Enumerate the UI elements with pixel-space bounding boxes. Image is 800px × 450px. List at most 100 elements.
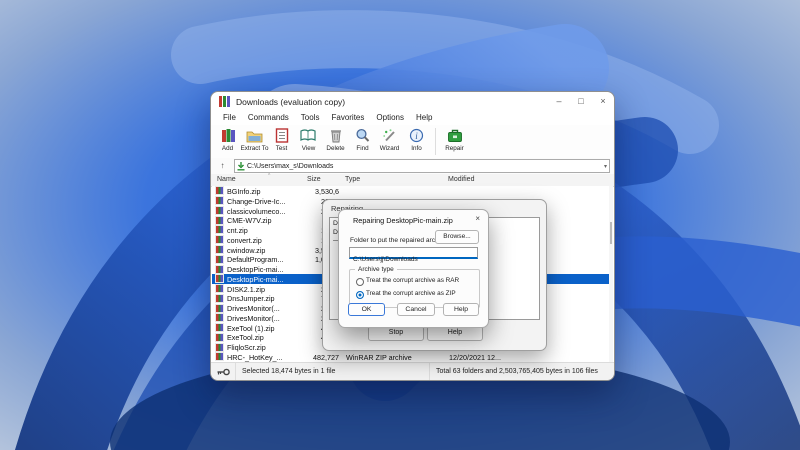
winrar-app-icon	[219, 96, 230, 107]
repair-toolbox-icon	[445, 127, 465, 144]
file-row[interactable]: HRC-_HotKey_... 482,727 WinRAR ZIP archive…	[212, 352, 609, 362]
file-size: 3,530,6	[315, 187, 339, 196]
menu-bar: File Commands Tools Favorites Options He…	[211, 111, 614, 126]
open-book-icon	[299, 127, 319, 144]
test-button[interactable]: Test	[268, 127, 295, 152]
zip-file-icon	[216, 217, 223, 224]
menu-file[interactable]: File	[217, 111, 242, 125]
file-name: DefaultProgram...	[227, 255, 283, 264]
zip-file-icon	[216, 187, 223, 194]
progress-help-button[interactable]: Help	[427, 326, 483, 341]
radio-rar[interactable]	[356, 278, 364, 286]
file-name: FliqloScr.zip	[227, 343, 266, 352]
file-name: CME-W7V.zip	[227, 216, 271, 225]
zip-file-icon	[216, 207, 223, 214]
address-bar: ↑ ▾	[211, 158, 614, 175]
zip-file-icon	[216, 295, 223, 302]
zip-file-icon	[216, 344, 223, 351]
zip-file-icon	[216, 275, 223, 282]
status-key-cell	[211, 363, 236, 380]
test-checklist-icon	[272, 127, 292, 144]
file-modified: 12/20/2021 12...	[449, 353, 501, 362]
toolbar-separator	[435, 128, 436, 155]
dialog-help-button[interactable]: Help	[443, 303, 479, 316]
file-name: BGInfo.zip	[227, 187, 261, 196]
folder-field[interactable]	[349, 247, 478, 259]
file-row[interactable]: BGInfo.zip 3,530,6	[212, 186, 609, 196]
toolbar: Add Extract To Test View	[211, 125, 614, 161]
radio-zip[interactable]	[356, 291, 364, 299]
find-button[interactable]: Find	[349, 127, 376, 152]
view-button[interactable]: View	[295, 127, 322, 152]
repairing-dialog: Repairing DesktopPic-main.zip × Folder t…	[338, 209, 489, 328]
ok-button[interactable]: OK	[348, 303, 385, 316]
file-name: DesktopPic-mai...	[227, 265, 283, 274]
maximize-button[interactable]: □	[570, 92, 592, 111]
column-header-name[interactable]: Name	[217, 176, 236, 183]
menu-favorites[interactable]: Favorites	[325, 111, 370, 125]
radio-rar-label[interactable]: Treat the corrupt archive as RAR	[366, 277, 459, 284]
menu-tools[interactable]: Tools	[295, 111, 326, 125]
zip-file-icon	[216, 266, 223, 273]
info-icon: i	[407, 127, 427, 144]
delete-button[interactable]: Delete	[322, 127, 349, 152]
zip-file-icon	[216, 314, 223, 321]
vertical-scrollbar[interactable]	[609, 186, 613, 362]
file-name: DesktopPic-mai...	[227, 275, 283, 284]
wizard-button[interactable]: Wizard	[376, 127, 403, 152]
file-name: DnsJumper.zip	[227, 294, 275, 303]
column-header-modified[interactable]: Modified	[448, 176, 474, 183]
address-combo[interactable]: ▾	[234, 159, 610, 173]
trash-icon	[326, 127, 346, 144]
dialog-title: Repairing DesktopPic-main.zip	[353, 216, 453, 225]
status-bar: Selected 18,474 bytes in 1 file Total 63…	[211, 362, 614, 380]
close-button[interactable]: ×	[592, 92, 614, 111]
radio-zip-label[interactable]: Treat the corrupt archive as ZIP	[366, 290, 456, 297]
file-name: DrivesMonitor(...	[227, 304, 280, 313]
repair-button[interactable]: Repair	[441, 127, 468, 152]
file-name: DISK2.1.zip	[227, 285, 265, 294]
zip-file-icon	[216, 197, 223, 204]
menu-commands[interactable]: Commands	[242, 111, 295, 125]
extract-to-button[interactable]: Extract To	[241, 127, 268, 152]
dialog-close-icon[interactable]: ×	[475, 214, 480, 223]
zip-file-icon	[216, 226, 223, 233]
file-name: ExeTool.zip	[227, 333, 264, 342]
title-bar[interactable]: Downloads (evaluation copy) – □ ×	[211, 92, 614, 111]
cancel-button[interactable]: Cancel	[397, 303, 435, 316]
folder-label: Folder to put the repaired archive	[350, 237, 447, 244]
menu-help[interactable]: Help	[410, 111, 438, 125]
key-icon	[217, 368, 230, 376]
scrollbar-thumb[interactable]	[610, 222, 612, 244]
zip-file-icon	[216, 256, 223, 263]
file-name: cnt.zip	[227, 226, 248, 235]
file-name: HRC-_HotKey_...	[227, 353, 283, 362]
magic-wand-icon	[380, 127, 400, 144]
file-name: ExeTool (1).zip	[227, 324, 275, 333]
address-input[interactable]	[245, 161, 604, 171]
file-name: Change-Drive-Ic...	[227, 197, 285, 206]
file-type: WinRAR ZIP archive	[346, 353, 412, 362]
magnifier-icon	[353, 127, 373, 144]
info-button[interactable]: i Info	[403, 127, 430, 152]
archive-down-icon	[237, 162, 245, 171]
desktop: Downloads (evaluation copy) – □ × File C…	[0, 0, 800, 450]
zip-file-icon	[216, 353, 223, 360]
stop-button[interactable]: Stop	[368, 326, 424, 341]
file-size: 482,727	[313, 353, 339, 362]
file-name: convert.zip	[227, 236, 262, 245]
folder-input[interactable]	[350, 255, 477, 264]
zip-file-icon	[216, 305, 223, 312]
folder-icon	[245, 127, 265, 144]
minimize-button[interactable]: –	[548, 92, 570, 111]
archive-type-label: Archive type	[355, 266, 397, 273]
menu-options[interactable]: Options	[370, 111, 410, 125]
column-header-size[interactable]: Size	[307, 176, 321, 183]
zip-file-icon	[216, 285, 223, 292]
status-total-text: Total 63 folders and 2,503,765,405 bytes…	[430, 363, 614, 380]
browse-button[interactable]: Browse...	[435, 230, 479, 244]
add-button[interactable]: Add	[214, 127, 241, 152]
chevron-down-icon: ▾	[604, 163, 607, 170]
column-header-type[interactable]: Type	[345, 176, 360, 183]
up-directory-button[interactable]: ↑	[215, 160, 230, 172]
